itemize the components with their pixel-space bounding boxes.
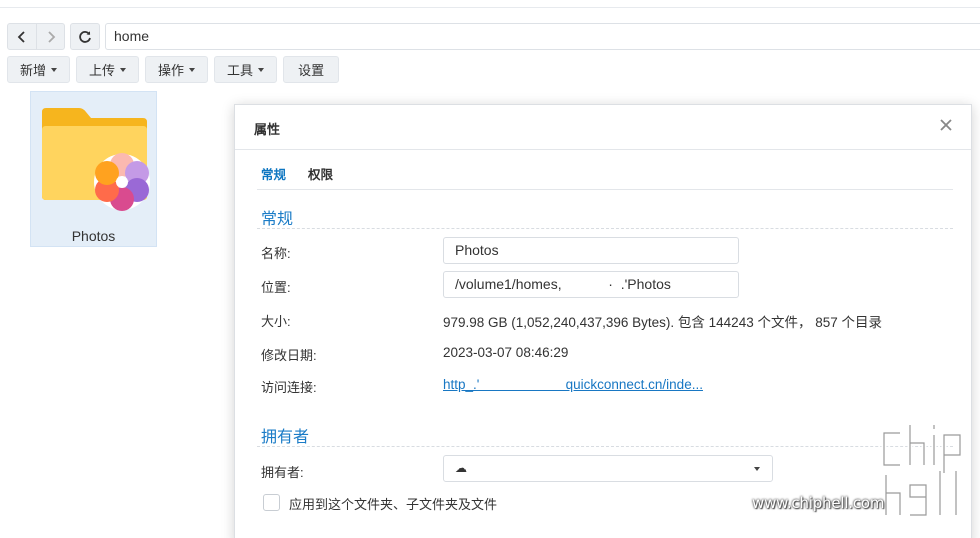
owner-label: 拥有者: xyxy=(261,465,304,480)
history-nav xyxy=(7,23,65,50)
refresh-icon xyxy=(79,30,91,43)
tools-button[interactable]: 工具 xyxy=(214,56,278,83)
chevron-down-icon xyxy=(754,467,760,471)
owner-select[interactable]: ☁ xyxy=(443,455,773,482)
caret-down-icon xyxy=(258,67,265,72)
access-link-label: 访问连接: xyxy=(261,380,317,395)
settings-button[interactable]: 设置 xyxy=(283,56,340,83)
tab-permissions[interactable]: 权限 xyxy=(308,164,333,191)
size-value: 979.98 GB (1,052,240,437,396 Bytes). 包含 … xyxy=(443,315,882,330)
location-label: 位置: xyxy=(261,280,291,295)
divider xyxy=(257,189,953,190)
divider xyxy=(235,149,971,150)
file-name: Photos xyxy=(71,228,116,244)
divider xyxy=(257,446,953,447)
file-item-photos[interactable]: Photos xyxy=(30,91,157,247)
chevron-left-icon xyxy=(17,30,25,43)
name-label: 名称: xyxy=(261,246,291,261)
forward-button[interactable] xyxy=(36,24,64,49)
modified-date-value: 2023-03-07 08:46:29 xyxy=(443,345,569,360)
caret-down-icon xyxy=(120,67,127,72)
chiphell-logo xyxy=(881,425,963,518)
caret-down-icon xyxy=(51,67,58,72)
photos-folder-icon xyxy=(42,108,150,211)
new-button-label: 新增 xyxy=(20,63,47,78)
back-button[interactable] xyxy=(8,24,36,49)
upload-button-label: 上传 xyxy=(89,63,116,78)
new-button[interactable]: 新增 xyxy=(7,56,71,83)
name-field[interactable]: Photos xyxy=(443,237,739,264)
upload-button[interactable]: 上传 xyxy=(76,56,140,83)
caret-down-icon xyxy=(189,67,196,72)
tools-button-label: 工具 xyxy=(227,63,254,78)
properties-dialog: 属性 常规 权限 常规 名称: Photos 位置: /volume1/home… xyxy=(234,104,972,538)
action-button-label: 操作 xyxy=(158,63,185,78)
settings-button-label: 设置 xyxy=(298,63,325,78)
section-title-general: 常规 xyxy=(261,211,294,228)
owner-value: ☁ xyxy=(455,461,467,475)
apply-recursive-checkbox[interactable] xyxy=(263,494,280,511)
refresh-button[interactable] xyxy=(70,23,100,50)
watermark-url: www.chiphell.com xyxy=(752,494,885,512)
close-icon[interactable] xyxy=(938,117,954,133)
path-input[interactable]: home xyxy=(105,23,980,50)
section-title-owner: 拥有者 xyxy=(261,429,310,446)
size-label: 大小: xyxy=(261,314,291,329)
action-button[interactable]: 操作 xyxy=(145,56,209,83)
dialog-title: 属性 xyxy=(254,122,281,137)
dialog-tabs: 常规 权限 xyxy=(261,164,333,191)
apply-recursive-label: 应用到这个文件夹、子文件夹及文件 xyxy=(289,497,498,512)
access-link[interactable]: http_.' quickconnect.cn/inde... xyxy=(443,377,703,392)
tab-general[interactable]: 常规 xyxy=(261,164,286,191)
modified-date-label: 修改日期: xyxy=(261,348,317,363)
divider xyxy=(257,228,953,229)
chevron-right-icon xyxy=(47,30,55,43)
location-field[interactable]: /volume1/homes, · .'Photos xyxy=(443,271,739,298)
toolbar: 新增 上传 操作 工具 设置 xyxy=(7,56,340,83)
window-top-edge xyxy=(0,0,980,8)
